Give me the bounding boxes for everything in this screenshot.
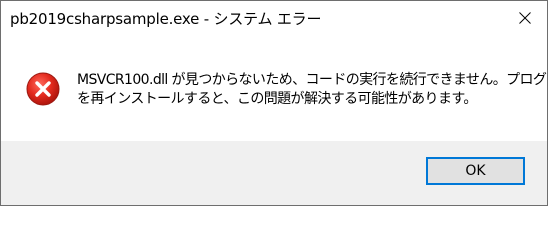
- dialog-content: MSVCR100.dll が見つからないため、コードの実行を続行できません。プロ…: [1, 35, 548, 141]
- close-button[interactable]: [503, 1, 547, 35]
- button-bar: OK: [1, 141, 547, 205]
- error-message: MSVCR100.dll が見つからないため、コードの実行を続行できません。プロ…: [77, 71, 548, 109]
- close-icon: [519, 12, 531, 24]
- error-icon: [26, 72, 60, 106]
- window-title: pb2019csharpsample.exe - システム エラー: [10, 10, 322, 28]
- title-bar[interactable]: pb2019csharpsample.exe - システム エラー: [1, 1, 547, 35]
- system-error-dialog: pb2019csharpsample.exe - システム エラー MSVCR1…: [0, 0, 548, 206]
- message-line-2: を再インストールすると、この問題が解決する可能性があります。: [77, 91, 477, 107]
- message-line-1: MSVCR100.dll が見つからないため、コードの実行を続行できません。プロ…: [77, 72, 548, 88]
- ok-button[interactable]: OK: [426, 157, 525, 185]
